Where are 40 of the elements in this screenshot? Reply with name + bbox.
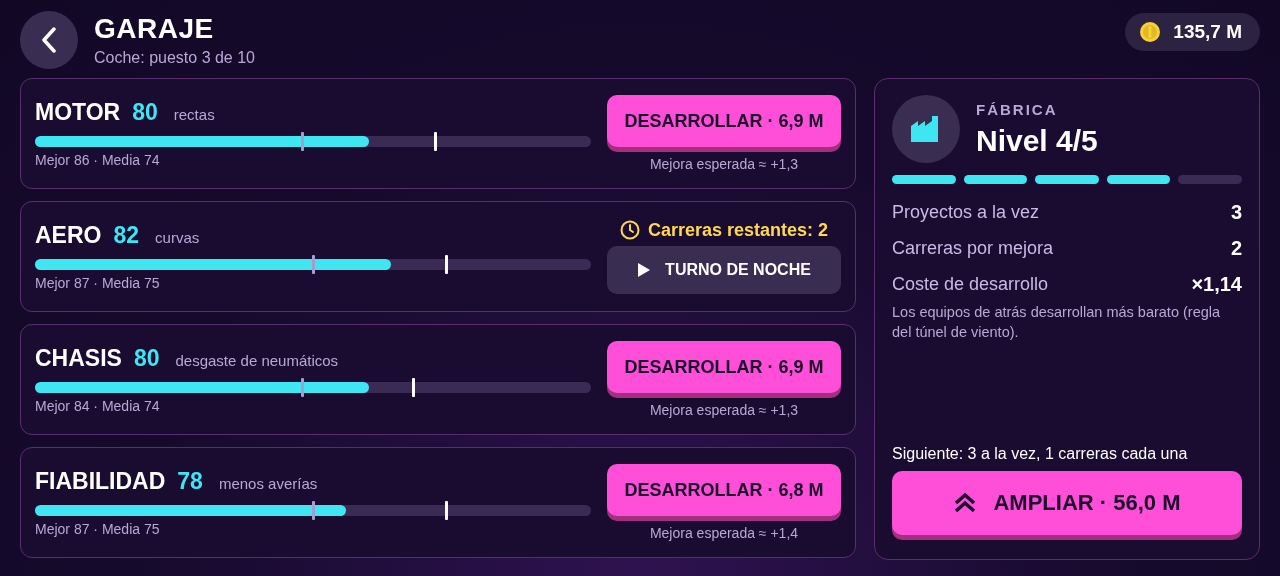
component-focus: menos averías	[218, 475, 318, 492]
clock-icon	[619, 220, 640, 240]
back-icon	[41, 27, 57, 53]
component-rating: 82	[113, 222, 140, 249]
factory-note: Los equipos de atrás desarrollan más barato (regla del túnel de viento).	[892, 303, 1222, 343]
next-level-info: Siguiente: 3 a la vez, 1 carreras cada una	[892, 445, 1189, 463]
play-icon	[637, 261, 652, 278]
component-name: FIABILIDAD	[35, 468, 166, 495]
page-subtitle: Coche: puesto 3 de 10	[94, 49, 256, 67]
component-focus: desgaste de neumáticos	[175, 352, 339, 369]
component-stats: Mejor 86 · Media 74	[35, 152, 161, 168]
stat-value: 2	[1230, 236, 1242, 260]
stat-value: 3	[1230, 200, 1242, 224]
stat-label: Coste de desarrollo	[892, 273, 1049, 295]
stat-label: Proyectos a la vez	[892, 201, 1040, 223]
component-rating: 80	[132, 99, 158, 126]
component-rating: 80	[133, 345, 160, 372]
expected-improvement: Mejora esperada ≈ +1,3	[649, 156, 799, 172]
page-title: GARAJE	[94, 13, 215, 45]
expected-improvement: Mejora esperada ≈ +1,3	[649, 402, 799, 418]
coin-icon	[1139, 21, 1162, 43]
factory-level: Nivel 4/5	[976, 123, 1098, 158]
component-stats: Mejor 84 · Media 74	[35, 398, 161, 414]
factory-icon	[911, 116, 941, 142]
races-remaining: Carreras restantes: 2	[647, 219, 829, 241]
balance-badge: 135,7 M	[1125, 13, 1260, 51]
component-focus: curvas	[155, 229, 200, 246]
stat-label: Carreras por mejora	[892, 237, 1054, 259]
component-focus: rectas	[173, 106, 215, 123]
factory-label: FÁBRICA	[976, 100, 1059, 118]
expected-improvement: Mejora esperada ≈ +1,4	[649, 525, 799, 541]
double-chevron-up-icon	[953, 492, 978, 514]
night-shift-button[interactable]: TURNO DE NOCHE	[607, 245, 841, 294]
stat-value: ×1,14	[1191, 272, 1242, 296]
component-name: CHASIS	[35, 345, 122, 372]
component-name: AERO	[35, 222, 102, 249]
component-stats: Mejor 87 · Media 75	[35, 275, 161, 291]
component-rating: 78	[177, 468, 203, 495]
component-name: MOTOR	[35, 99, 121, 126]
component-stats: Mejor 87 · Media 75	[35, 521, 161, 537]
